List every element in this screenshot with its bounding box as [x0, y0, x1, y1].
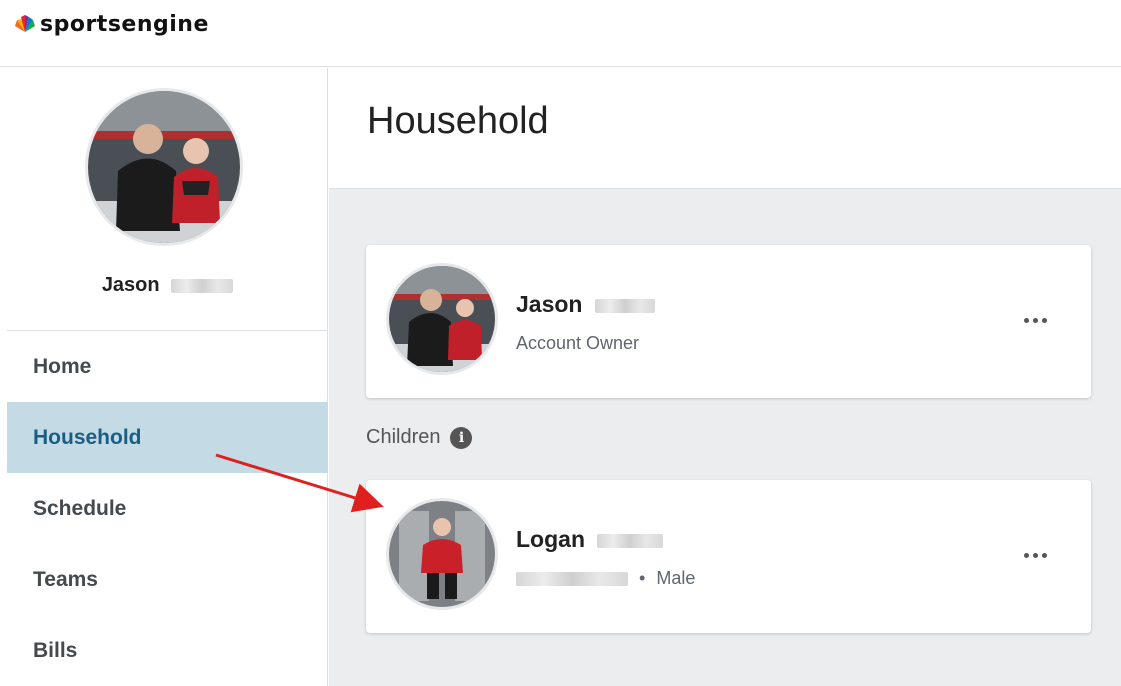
child-more-button[interactable] — [1015, 542, 1055, 568]
profile-name: Jason — [7, 274, 328, 297]
sidebar: Jason Home Household Schedule Teams Bill… — [7, 68, 328, 686]
logo-text: sportsengine — [40, 11, 209, 37]
child-avatar — [386, 498, 498, 610]
child-photo — [389, 501, 495, 607]
more-dot — [1032, 317, 1038, 323]
more-horizontal-icon — [1023, 317, 1029, 323]
sidebar-item-bills[interactable]: Bills — [7, 615, 328, 686]
owner-card[interactable]: Jason Account Owner — [366, 245, 1091, 398]
child-details: • Male — [516, 568, 695, 589]
child-card[interactable]: Logan • Male — [366, 480, 1091, 633]
more-dot — [1041, 552, 1047, 558]
child-name: Logan — [516, 526, 664, 553]
info-icon[interactable]: i — [450, 426, 473, 449]
nbc-peacock-icon — [15, 15, 35, 32]
owner-role: Account Owner — [516, 333, 640, 353]
owner-name: Jason — [516, 291, 655, 318]
profile-photo — [88, 91, 240, 243]
sidebar-item-teams[interactable]: Teams — [7, 544, 328, 615]
sidebar-item-home[interactable]: Home — [7, 331, 328, 402]
children-section-label: Children i — [366, 426, 473, 449]
profile-avatar[interactable] — [85, 88, 243, 246]
page-title: Household — [367, 100, 549, 142]
sportsengine-logo[interactable]: sportsengine — [14, 11, 209, 37]
top-bar: sportsengine — [0, 0, 1121, 67]
redacted-birthdate — [516, 572, 628, 587]
redacted-surname — [594, 298, 655, 313]
more-horizontal-icon — [1023, 552, 1029, 558]
more-dot — [1032, 552, 1038, 558]
owner-avatar — [386, 263, 498, 375]
page-header: Household — [329, 68, 1121, 189]
separator-dot: • — [639, 568, 646, 588]
owner-more-button[interactable] — [1015, 307, 1055, 333]
more-dot — [1041, 317, 1047, 323]
sidebar-nav: Home Household Schedule Teams Bills — [7, 331, 328, 686]
sidebar-item-household[interactable]: Household — [7, 402, 328, 473]
redacted-surname — [171, 278, 234, 293]
owner-photo — [389, 266, 495, 372]
redacted-surname — [597, 533, 664, 548]
sidebar-item-schedule[interactable]: Schedule — [7, 473, 328, 544]
main-content: Household Jason Account Owner Children i… — [329, 68, 1121, 686]
